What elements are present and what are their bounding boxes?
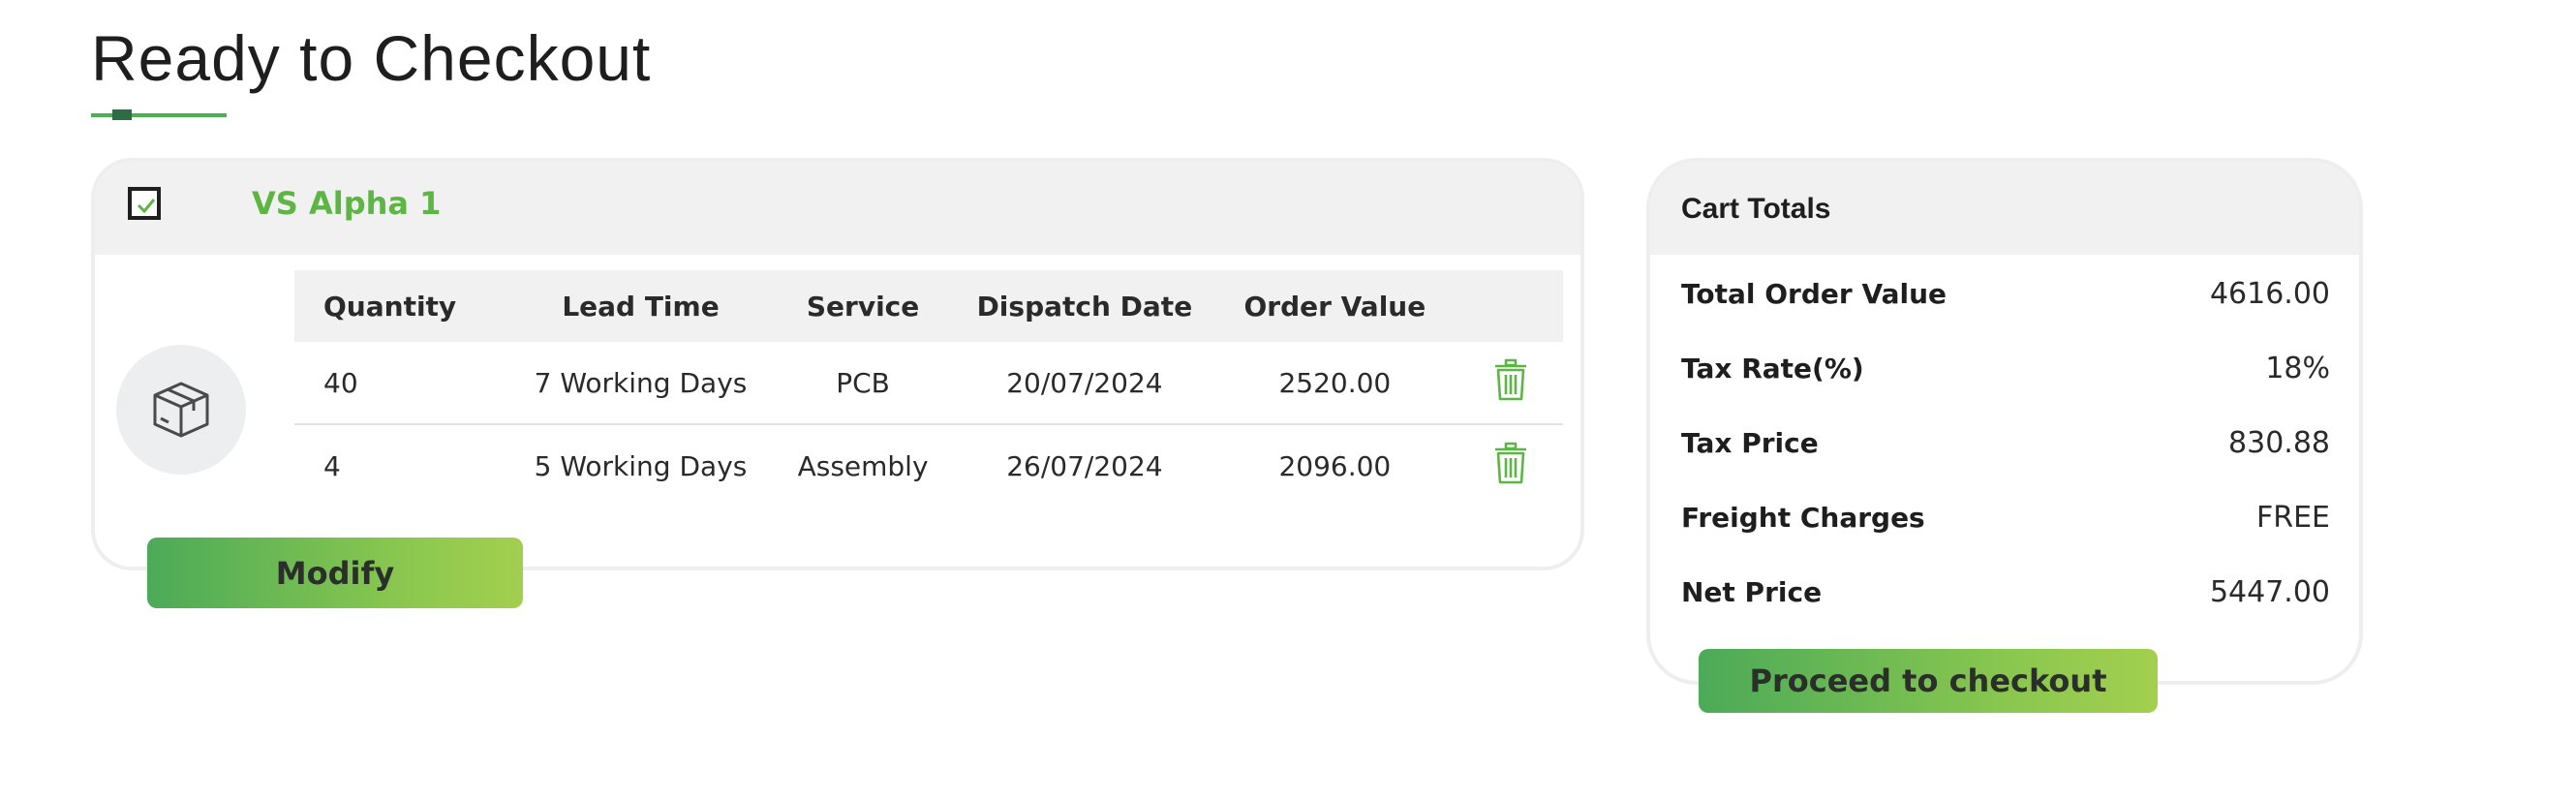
modify-button[interactable]: Modify xyxy=(147,538,523,608)
order-lines-table: Quantity Lead Time Service Dispatch Date… xyxy=(294,270,1563,507)
totals-value: 5447.00 xyxy=(2209,574,2330,609)
page-title: Ready to Checkout xyxy=(91,22,652,94)
totals-label: Freight Charges xyxy=(1681,501,1925,534)
table-row: 4 5 Working Days Assembly 26/07/2024 209… xyxy=(294,424,1563,507)
totals-value: 4616.00 xyxy=(2209,276,2330,311)
totals-row-freight-charges: Freight Charges FREE xyxy=(1681,498,2330,537)
totals-value: 830.88 xyxy=(2228,425,2330,460)
col-header-quantity: Quantity xyxy=(294,270,514,342)
totals-row-tax-price: Tax Price 830.88 xyxy=(1681,423,2330,462)
totals-label: Tax Rate(%) xyxy=(1681,352,1864,385)
totals-row-net-price: Net Price 5447.00 xyxy=(1681,572,2330,611)
trash-icon[interactable] xyxy=(1492,358,1529,401)
cart-totals-title: Cart Totals xyxy=(1681,193,1831,225)
proceed-to-checkout-button[interactable]: Proceed to checkout xyxy=(1699,649,2158,713)
col-header-service: Service xyxy=(767,270,959,342)
totals-value: FREE xyxy=(2255,500,2330,535)
totals-value: 18% xyxy=(2265,351,2330,385)
order-card-header: VS Alpha 1 xyxy=(95,162,1580,255)
product-name: VS Alpha 1 xyxy=(252,185,442,222)
totals-label: Tax Price xyxy=(1681,426,1819,459)
cart-totals-header: Cart Totals xyxy=(1650,162,2359,255)
select-product-checkbox[interactable] xyxy=(128,187,161,220)
cell-lead-time: 7 Working Days xyxy=(513,342,768,425)
cell-dispatch-date: 20/07/2024 xyxy=(958,342,1211,425)
box-icon xyxy=(153,382,209,438)
table-header-row: Quantity Lead Time Service Dispatch Date… xyxy=(294,270,1563,342)
col-header-actions xyxy=(1458,270,1563,342)
cell-delete xyxy=(1459,424,1563,507)
product-avatar xyxy=(116,345,246,475)
trash-icon[interactable] xyxy=(1492,442,1529,484)
totals-row-tax-rate: Tax Rate(%) 18% xyxy=(1681,349,2330,387)
cell-service: PCB xyxy=(767,342,959,425)
col-header-dispatch-date: Dispatch Date xyxy=(958,270,1211,342)
col-header-order-value: Order Value xyxy=(1210,270,1459,342)
title-underline xyxy=(91,113,227,117)
col-header-lead-time: Lead Time xyxy=(513,270,768,342)
cell-quantity: 40 xyxy=(294,342,514,425)
table-row: 40 7 Working Days PCB 20/07/2024 2520.00 xyxy=(294,342,1563,425)
totals-row-total-order-value: Total Order Value 4616.00 xyxy=(1681,274,2330,313)
cell-lead-time: 5 Working Days xyxy=(534,449,748,482)
cell-delete xyxy=(1458,342,1563,425)
cell-service: Assembly xyxy=(797,449,929,482)
cell-order-value: 2096.00 xyxy=(1278,449,1392,482)
cell-order-value: 2520.00 xyxy=(1210,342,1459,425)
title-underline-mark xyxy=(112,109,132,120)
totals-label: Total Order Value xyxy=(1681,277,1947,310)
cell-dispatch-date: 26/07/2024 xyxy=(1006,449,1163,482)
order-card: VS Alpha 1 Quantity Lead Time Service Di… xyxy=(91,158,1584,570)
check-icon xyxy=(137,199,156,214)
cart-totals-card: Cart Totals Total Order Value 4616.00 Ta… xyxy=(1646,158,2363,685)
cell-quantity: 4 xyxy=(323,449,341,482)
totals-label: Net Price xyxy=(1681,575,1823,608)
